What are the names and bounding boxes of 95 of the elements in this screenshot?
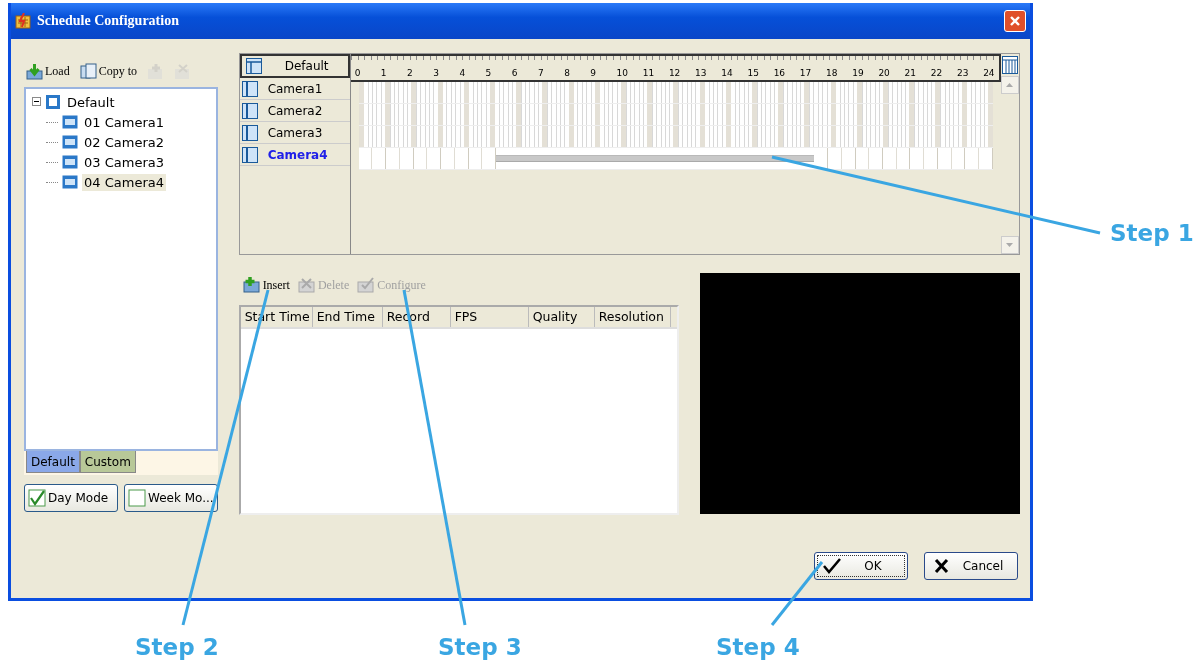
schedule-slot[interactable]: [869, 148, 883, 169]
schedule-slot[interactable]: [883, 148, 897, 169]
hour-label: 7: [537, 68, 545, 78]
hour-label: 17: [799, 68, 813, 78]
close-icon: [1009, 15, 1021, 27]
hour-label: 8: [564, 68, 571, 78]
add-icon: [242, 277, 261, 293]
camera-row-icon: [241, 146, 258, 163]
camera-row-icon: [241, 80, 258, 97]
tab[interactable]: Default: [26, 451, 80, 473]
schedule-slot[interactable]: [358, 148, 373, 169]
camera-icon: [62, 155, 78, 169]
step-label: Step 3: [438, 634, 522, 660]
hour-label: 24: [983, 68, 996, 78]
group-icon: [45, 94, 61, 110]
column-header: Default: [283, 59, 330, 73]
hour-label: 10: [616, 68, 629, 78]
tree-item[interactable]: Default: [65, 93, 117, 111]
tree-item[interactable]: 03 Camera3: [82, 153, 166, 171]
hour-label: 0: [354, 68, 362, 78]
hour-label: 3: [433, 68, 440, 78]
camera-icon: [62, 115, 78, 129]
column-header[interactable]: Quality: [528, 307, 595, 327]
hour-label: 20: [878, 68, 891, 78]
timeline-row[interactable]: [358, 126, 993, 148]
timeline-row[interactable]: [358, 148, 993, 170]
step-label: Step 4: [716, 634, 800, 660]
hour-label: 14: [721, 68, 734, 78]
hour-label: 21: [904, 68, 917, 78]
add-icon: [147, 62, 164, 80]
tree-item[interactable]: 04 Camera4: [82, 173, 166, 191]
schedule-slot[interactable]: [828, 148, 842, 169]
camera-icon: [62, 135, 78, 149]
camera-row-label[interactable]: Camera4: [267, 147, 328, 162]
hour-label: 23: [956, 68, 970, 78]
window-title: Schedule Configuration: [37, 13, 180, 29]
tab[interactable]: Custom: [79, 451, 136, 473]
hour-label: 6: [511, 68, 519, 78]
schedule-slot[interactable]: [386, 148, 400, 169]
schedule-slot[interactable]: [372, 148, 387, 169]
calendar-grid-icon[interactable]: [1001, 56, 1018, 74]
hour-label: 4: [459, 68, 467, 78]
hour-label: 13: [695, 68, 708, 78]
schedule-slot[interactable]: [441, 148, 455, 169]
tree-item[interactable]: 02 Camera2: [82, 133, 166, 151]
schedule-slot[interactable]: [979, 148, 993, 169]
cross-icon: [933, 558, 951, 574]
toolbar-button[interactable]: Copy to: [77, 62, 139, 80]
mode-button[interactable]: Week Mo...: [124, 484, 218, 512]
schedule-slot[interactable]: [965, 148, 980, 169]
table-icon: [245, 58, 262, 74]
hour-label: 22: [930, 68, 944, 78]
column-header[interactable]: FPS: [450, 307, 529, 327]
cancel-button[interactable]: Cancel: [924, 552, 1018, 580]
remove-icon: [174, 62, 191, 80]
hour-label: 19: [852, 68, 865, 78]
mode-button[interactable]: Day Mode: [24, 484, 118, 512]
camera-row-label[interactable]: Camera1: [267, 81, 323, 96]
action-button[interactable]: Insert: [242, 277, 290, 293]
check-icon: [357, 277, 376, 293]
ok-button[interactable]: OK: [814, 552, 908, 580]
camera-row-label[interactable]: Camera3: [267, 125, 323, 140]
download-arrow-icon: [26, 62, 43, 80]
hour-label: 12: [668, 68, 682, 78]
hour-label: 5: [485, 68, 493, 78]
camera-row-label[interactable]: Camera2: [267, 103, 323, 118]
calendar-icon: [15, 13, 31, 29]
step-label: Step 1: [1110, 220, 1194, 246]
timeline-row[interactable]: [358, 104, 993, 126]
step-label: Step 2: [135, 634, 219, 660]
timeline-row[interactable]: [358, 82, 993, 104]
camera-icon: [62, 175, 78, 189]
column-header[interactable]: Resolution: [594, 307, 671, 327]
scrollbar[interactable]: [1000, 54, 1019, 254]
leader-line: [770, 561, 824, 626]
hour-label: 9: [590, 68, 598, 78]
toolbar-button[interactable]: Load: [24, 62, 72, 80]
checkmark-icon: [823, 558, 841, 574]
column-header[interactable]: End Time: [312, 307, 383, 327]
schedule-slot[interactable]: [924, 148, 938, 169]
hour-label: 18: [826, 68, 839, 78]
collapse-toggle[interactable]: [32, 95, 41, 109]
hour-label: 16: [773, 68, 787, 78]
copy-icon: [79, 62, 97, 80]
hour-label: 1: [380, 68, 388, 78]
schedule-slot[interactable]: [910, 148, 925, 169]
hour-label: 15: [747, 68, 760, 78]
close-button[interactable]: [1004, 10, 1026, 32]
schedule-slot[interactable]: [427, 148, 442, 169]
tree-item[interactable]: 01 Camera1: [82, 113, 166, 131]
hour-label: 2: [407, 68, 414, 78]
camera-row-icon: [241, 124, 258, 141]
delete-icon: [297, 277, 316, 293]
hour-label: 11: [642, 68, 656, 78]
camera-row-icon: [241, 102, 258, 119]
